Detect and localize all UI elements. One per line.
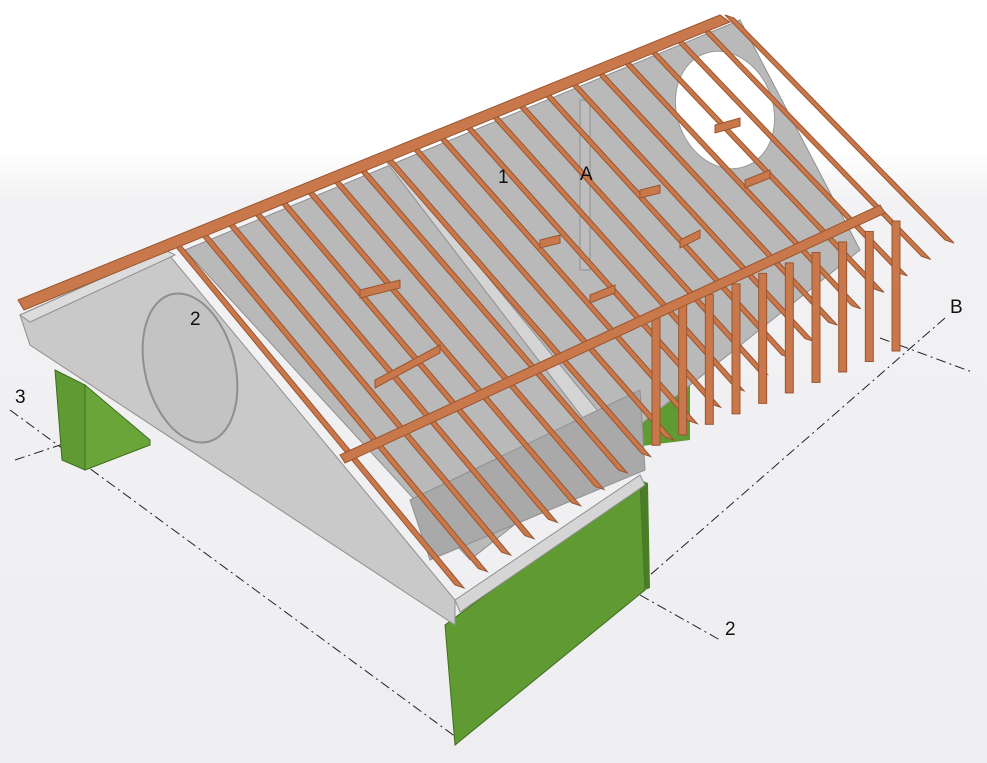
model-label-2: 2 <box>190 309 201 330</box>
model-viewport[interactable]: 3 B 2 1 A 2 <box>0 0 987 763</box>
stud <box>758 272 768 404</box>
gridline-2 <box>639 594 721 641</box>
stud <box>678 304 688 436</box>
stud <box>731 283 741 415</box>
model-label-1: 1 <box>498 167 509 188</box>
stud <box>838 241 848 373</box>
grid-label-b: B <box>950 297 963 318</box>
stud <box>891 220 901 352</box>
column-a <box>579 99 591 271</box>
wall-left <box>54 369 86 471</box>
model-label-a: A <box>580 164 593 185</box>
stud <box>651 314 661 446</box>
stud <box>704 293 714 425</box>
grid-label-2: 2 <box>725 619 736 640</box>
stud <box>784 262 794 394</box>
stud <box>811 251 821 383</box>
stud <box>864 230 874 362</box>
grid-label-3: 3 <box>15 387 26 408</box>
building-3d-model <box>9 14 973 746</box>
